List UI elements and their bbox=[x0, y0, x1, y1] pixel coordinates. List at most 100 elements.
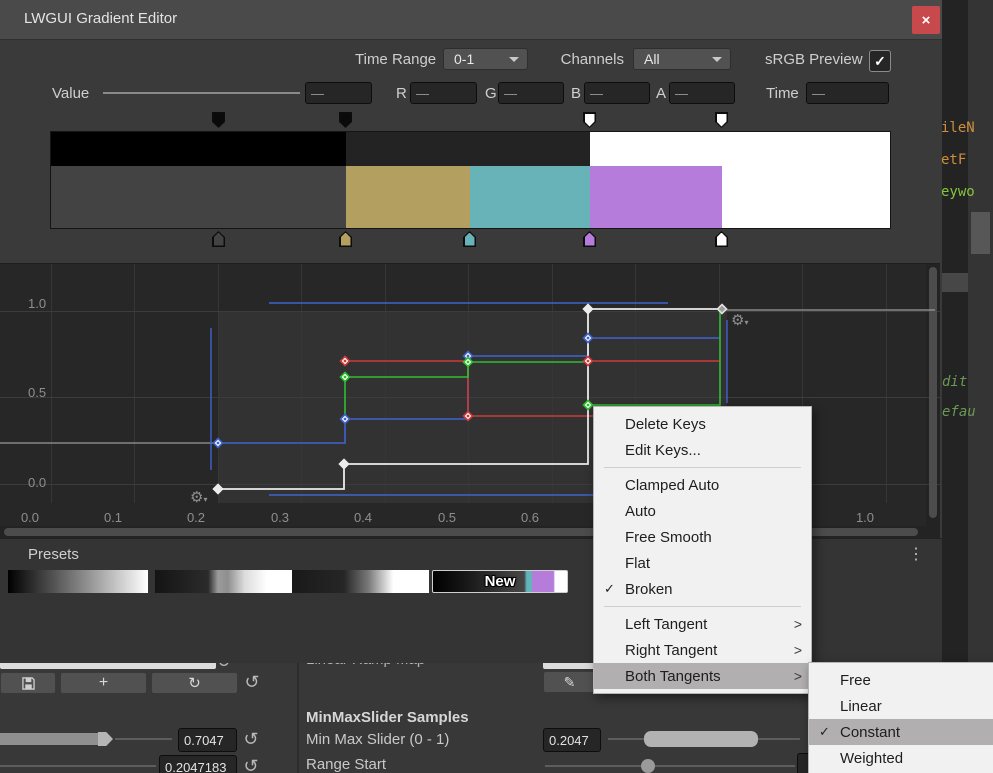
slider-track[interactable] bbox=[0, 765, 156, 767]
gradient-preview[interactable] bbox=[50, 131, 891, 229]
curve-key-center bbox=[587, 337, 590, 340]
submenu-arrow-icon: > bbox=[785, 642, 811, 658]
curve-key[interactable] bbox=[214, 485, 223, 494]
code-editor-selection-strip bbox=[942, 273, 968, 292]
curve-key[interactable] bbox=[584, 305, 593, 314]
menu-item-both-tangents[interactable]: Both Tangents> bbox=[594, 663, 811, 689]
menu-item-label: Broken bbox=[625, 581, 785, 598]
menu-item-edit-keys[interactable]: Edit Keys... bbox=[594, 437, 811, 463]
value-field-1[interactable]: 0.7047 bbox=[178, 728, 237, 752]
menu-item-free[interactable]: Free bbox=[809, 667, 993, 693]
curve-key[interactable] bbox=[718, 305, 727, 314]
pencil-icon: ✎ bbox=[564, 674, 576, 691]
preset-swatch[interactable]: New bbox=[432, 570, 568, 593]
time-field[interactable]: — bbox=[806, 82, 889, 104]
alpha-key-marker[interactable] bbox=[583, 112, 596, 128]
channels-value: All bbox=[644, 51, 660, 67]
menu-item-clamped-auto[interactable]: Clamped Auto bbox=[594, 472, 811, 498]
revert-icon[interactable]: ↺ bbox=[240, 729, 262, 750]
slider-track[interactable] bbox=[115, 738, 172, 740]
alpha-key-fill bbox=[717, 114, 727, 127]
value-slider[interactable] bbox=[103, 92, 300, 94]
r-field[interactable]: — bbox=[410, 82, 477, 104]
menu-item-label: Right Tangent bbox=[625, 642, 785, 659]
refresh-button[interactable]: ↻ bbox=[151, 672, 238, 694]
range-start-label: Range Start bbox=[306, 756, 386, 773]
menu-item-label: Left Tangent bbox=[625, 616, 785, 633]
menu-item-auto[interactable]: Auto bbox=[594, 498, 811, 524]
curve-key-center bbox=[467, 415, 470, 418]
edit-ramp-button[interactable]: ✎ bbox=[543, 671, 596, 693]
alpha-key-marker[interactable] bbox=[212, 112, 225, 128]
checkmark-icon: ✓ bbox=[594, 581, 625, 597]
menu-item-linear[interactable]: Linear bbox=[809, 693, 993, 719]
inspector-divider bbox=[297, 663, 299, 773]
menu-item-left-tangent[interactable]: Left Tangent> bbox=[594, 611, 811, 637]
alpha-key-fill bbox=[341, 114, 351, 127]
time-label: Time bbox=[766, 85, 799, 102]
save-preset-button[interactable] bbox=[0, 672, 56, 694]
value-field-2[interactable]: 0.2047183 bbox=[159, 755, 237, 773]
empty-dash: — bbox=[311, 86, 324, 101]
curve-key[interactable] bbox=[340, 460, 349, 469]
preset-swatch[interactable] bbox=[292, 570, 429, 593]
alpha-key-fill bbox=[214, 114, 224, 127]
color-key-marker[interactable] bbox=[715, 231, 728, 247]
a-field[interactable]: — bbox=[669, 82, 735, 104]
menu-item-constant[interactable]: ✓Constant bbox=[809, 719, 993, 745]
minmax-slider-label: Min Max Slider (0 - 1) bbox=[306, 731, 449, 748]
g-field[interactable]: — bbox=[498, 82, 564, 104]
close-button[interactable]: × bbox=[912, 6, 940, 34]
color-key-marker[interactable] bbox=[212, 231, 225, 247]
curve-key-center bbox=[217, 442, 220, 445]
srgb-preview-checkbox[interactable]: ✓ bbox=[869, 50, 891, 72]
value-field-3[interactable]: 0.2047 bbox=[543, 728, 601, 752]
add-button[interactable]: + bbox=[60, 672, 147, 694]
preset-swatch[interactable] bbox=[8, 570, 148, 593]
gradient-color-segment bbox=[346, 166, 470, 228]
kebab-menu-icon[interactable]: ⋮ bbox=[908, 544, 924, 564]
tangent-submenu: FreeLinear✓ConstantWeighted bbox=[808, 662, 993, 773]
color-key-marker[interactable] bbox=[463, 231, 476, 247]
channels-dropdown[interactable]: All bbox=[633, 48, 731, 70]
alpha-key-marker[interactable] bbox=[339, 112, 352, 128]
menu-item-weighted[interactable]: Weighted bbox=[809, 745, 993, 771]
slider-fill[interactable] bbox=[0, 733, 98, 745]
checkmark-icon: ✓ bbox=[809, 724, 840, 740]
b-field[interactable]: — bbox=[584, 82, 650, 104]
curve-key-center bbox=[467, 361, 470, 364]
menu-item-free-smooth[interactable]: Free Smooth bbox=[594, 524, 811, 550]
curve-segment-red bbox=[345, 361, 593, 416]
menu-item-broken[interactable]: ✓Broken bbox=[594, 576, 811, 602]
revert-icon[interactable]: ↺ bbox=[240, 756, 262, 773]
code-text-fragment: eywo bbox=[941, 184, 975, 200]
submenu-arrow-icon: > bbox=[785, 616, 811, 632]
menu-separator bbox=[604, 606, 801, 607]
menu-item-right-tangent[interactable]: Right Tangent> bbox=[594, 637, 811, 663]
gear-icon[interactable]: ⚙▾ bbox=[731, 311, 748, 329]
preset-swatch[interactable] bbox=[155, 570, 295, 593]
slider-track[interactable] bbox=[545, 765, 795, 767]
time-range-dropdown[interactable]: 0-1 bbox=[443, 48, 528, 70]
revert-icon[interactable]: ↺ bbox=[241, 672, 263, 693]
gradient-color-segment bbox=[722, 166, 890, 228]
menu-item-flat[interactable]: Flat bbox=[594, 550, 811, 576]
color-key-fill bbox=[214, 233, 224, 246]
menu-item-label: Auto bbox=[625, 503, 785, 520]
slider-handle[interactable] bbox=[641, 759, 655, 773]
menu-item-delete-keys[interactable]: Delete Keys bbox=[594, 411, 811, 437]
srgb-preview-label: sRGB Preview bbox=[765, 51, 862, 68]
color-key-marker[interactable] bbox=[583, 231, 596, 247]
empty-dash: — bbox=[675, 86, 688, 101]
alpha-key-marker[interactable] bbox=[715, 112, 728, 128]
chevron-down-icon bbox=[712, 57, 722, 62]
new-preset-button[interactable]: New bbox=[485, 573, 516, 590]
empty-dash: — bbox=[812, 86, 825, 101]
gear-icon[interactable]: ⚙▾ bbox=[190, 488, 207, 506]
minmax-slider-range[interactable] bbox=[644, 731, 758, 747]
background-scrollbar[interactable] bbox=[971, 212, 990, 254]
value-field[interactable]: — bbox=[305, 82, 372, 104]
r-label: R bbox=[396, 85, 407, 102]
empty-dash: — bbox=[504, 86, 517, 101]
color-key-marker[interactable] bbox=[339, 231, 352, 247]
